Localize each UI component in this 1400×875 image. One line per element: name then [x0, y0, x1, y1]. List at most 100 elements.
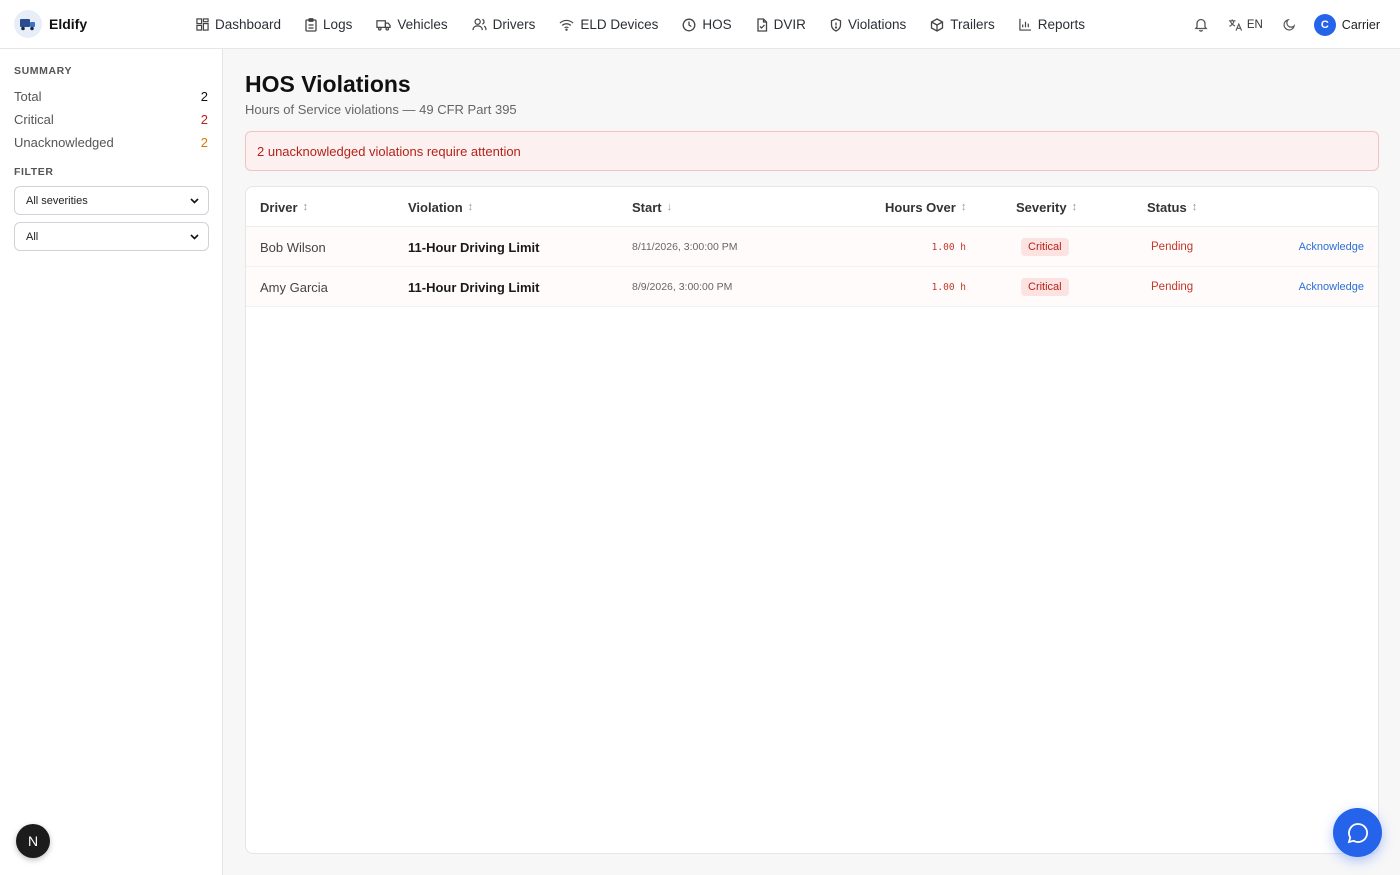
nav-hos-label: HOS: [702, 17, 732, 32]
nav-hos[interactable]: HOS: [682, 0, 732, 49]
summary-unacknowledged: Unacknowledged 2: [14, 131, 208, 154]
main-content: HOS Violations Hours of Service violatio…: [245, 49, 1379, 854]
column-hours-over[interactable]: Hours Over ↕: [885, 187, 966, 227]
severity-filter-select[interactable]: All severities: [14, 186, 209, 215]
summary-critical-value: 2: [200, 112, 208, 127]
summary-unack-value: 2: [200, 135, 208, 150]
acknowledge-button[interactable]: Acknowledge: [1299, 227, 1364, 267]
language-code: EN: [1246, 18, 1263, 31]
chevron-down-icon: [190, 197, 199, 204]
column-driver[interactable]: Driver ↕: [260, 187, 308, 227]
nav-trailers[interactable]: Trailers: [930, 0, 995, 49]
nav-drivers-label: Drivers: [492, 17, 536, 32]
main-nav: Dashboard Logs Vehicles Drivers ELD Devi…: [196, 0, 1109, 49]
column-severity-label: Severity: [1016, 199, 1067, 215]
severity-cell: Critical: [1021, 267, 1069, 307]
summary-critical: Critical 2: [14, 108, 208, 131]
translate-icon: [1228, 18, 1242, 31]
nav-dashboard-label: Dashboard: [215, 17, 282, 32]
moon-icon: [1283, 18, 1295, 31]
header-tools: EN C Carrier: [1174, 0, 1380, 49]
filter-title: FILTER: [14, 166, 54, 178]
truck-icon: [376, 19, 391, 31]
column-violation[interactable]: Violation ↕: [408, 187, 473, 227]
summary-critical-label: Critical: [14, 112, 54, 127]
nav-dvir-label: DVIR: [773, 17, 806, 32]
nav-drivers[interactable]: Drivers: [472, 0, 536, 49]
brand-logo-icon: [14, 10, 42, 38]
nav-violations[interactable]: Violations: [830, 0, 906, 49]
top-navigation-bar: Eldify Dashboard Logs Vehicles Drivers E…: [0, 0, 1400, 49]
chat-button[interactable]: [1333, 808, 1382, 857]
nav-vehicles[interactable]: Vehicles: [376, 0, 448, 49]
start-cell: 8/11/2026, 3:00:00 PM: [632, 241, 738, 253]
nav-logs[interactable]: Logs: [305, 0, 352, 49]
notifications-button[interactable]: [1194, 17, 1208, 32]
sort-icon: ↕: [302, 201, 309, 213]
chevron-down-icon: [190, 233, 199, 240]
nav-dashboard[interactable]: Dashboard: [196, 0, 281, 49]
start-cell: 8/9/2026, 3:00:00 PM: [632, 281, 733, 293]
column-start[interactable]: Start ↓: [632, 187, 672, 227]
brand[interactable]: Eldify: [14, 10, 87, 38]
status-filter-select[interactable]: All: [14, 222, 209, 251]
summary-title: SUMMARY: [14, 65, 73, 77]
violation-cell: 11-Hour Driving Limit: [408, 239, 540, 255]
user-menu[interactable]: C Carrier: [1313, 13, 1380, 36]
chart-icon: [1019, 18, 1031, 31]
summary-total-label: Total: [14, 89, 42, 104]
shield-icon: [830, 17, 842, 32]
user-name: Carrier: [1341, 17, 1380, 32]
summary-total: Total 2: [14, 85, 208, 108]
driver-cell: Bob Wilson: [260, 239, 326, 255]
nav-reports[interactable]: Reports: [1019, 0, 1085, 49]
sort-icon: ↕: [960, 201, 967, 213]
status-filter-value: All: [26, 230, 39, 243]
users-icon: [472, 18, 487, 31]
language-switcher[interactable]: EN: [1228, 18, 1263, 32]
hours-over-cell: 1.00 h: [931, 241, 966, 253]
theme-toggle[interactable]: [1283, 18, 1296, 31]
severity-badge: Critical: [1021, 238, 1069, 256]
column-status[interactable]: Status ↕: [1147, 187, 1197, 227]
sort-icon: ↕: [467, 201, 474, 213]
violations-table: Driver ↕ Violation ↕ Start ↓ Hours Over …: [245, 186, 1379, 854]
nav-violations-label: Violations: [847, 17, 907, 32]
nav-trailers-label: Trailers: [950, 17, 995, 32]
nav-logs-label: Logs: [323, 17, 353, 32]
bell-icon: [1194, 18, 1208, 32]
table-header: Driver ↕ Violation ↕ Start ↓ Hours Over …: [246, 187, 1378, 227]
avatar: C: [1313, 13, 1336, 36]
unacknowledged-alert: 2 unacknowledged violations require atte…: [245, 131, 1379, 171]
brand-name: Eldify: [49, 16, 88, 32]
wifi-icon: [559, 19, 574, 31]
violation-cell: 11-Hour Driving Limit: [408, 279, 540, 295]
column-severity[interactable]: Severity ↕: [1016, 187, 1077, 227]
status-cell: Pending: [1151, 281, 1194, 293]
severity-filter-value: All severities: [26, 194, 88, 207]
box-icon: [931, 17, 944, 32]
chat-bubble-icon: [1347, 822, 1368, 843]
table-row[interactable]: Bob Wilson 11-Hour Driving Limit 8/11/20…: [246, 227, 1378, 267]
nav-dvir[interactable]: DVIR: [756, 0, 806, 49]
column-driver-label: Driver: [260, 199, 298, 215]
nav-reports-label: Reports: [1037, 17, 1086, 32]
clock-icon: [682, 18, 696, 31]
table-row[interactable]: Amy Garcia 11-Hour Driving Limit 8/9/202…: [246, 267, 1378, 307]
column-hours-label: Hours Over: [885, 199, 956, 215]
status-cell: Pending: [1151, 241, 1194, 253]
acknowledge-button[interactable]: Acknowledge: [1299, 267, 1364, 307]
severity-cell: Critical: [1021, 227, 1069, 267]
nav-eld-devices-label: ELD Devices: [580, 17, 659, 32]
summary-total-value: 2: [200, 89, 208, 104]
sort-icon: ↕: [1191, 201, 1198, 213]
nav-eld-devices[interactable]: ELD Devices: [559, 0, 658, 49]
page-title: HOS Violations: [245, 71, 411, 97]
dev-tools-badge[interactable]: N: [16, 824, 50, 858]
column-start-label: Start: [632, 199, 662, 215]
column-status-label: Status: [1147, 199, 1187, 215]
severity-badge: Critical: [1021, 278, 1069, 296]
logs-icon: [305, 17, 317, 32]
sort-icon: ↕: [1071, 201, 1078, 213]
dashboard-icon: [196, 18, 209, 31]
